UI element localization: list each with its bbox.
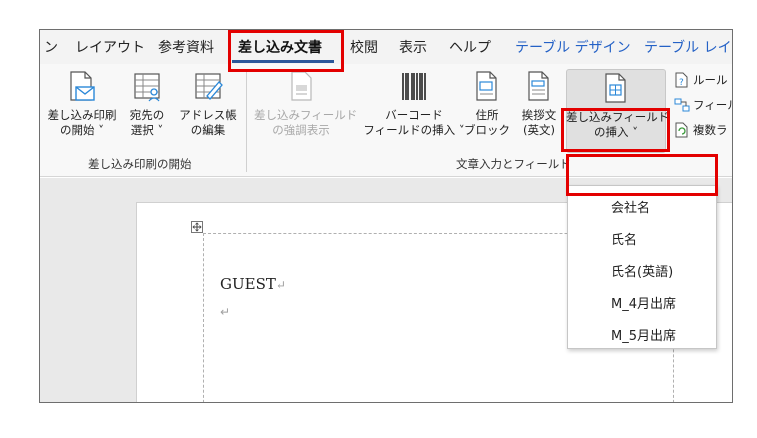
paragraph-mark-2: ↵ [220, 305, 231, 319]
group-label-start: 差し込み印刷の開始 [88, 157, 192, 171]
barcode-label-1: バーコード [385, 108, 443, 122]
select-recipients-icon [134, 73, 160, 102]
greeting-line-label-2: (英文) [523, 123, 555, 137]
match-fields-label: フィール [693, 98, 732, 112]
paragraph-mark: ↵ [275, 278, 286, 292]
dropdown-item-name-english[interactable]: 氏名(英語) [611, 261, 673, 280]
highlight-insert-field-button [561, 108, 670, 152]
barcode-label-2: フィールドの挿入 ˅ [363, 123, 465, 137]
group-label-write-insert: 文章入力とフィールド [456, 157, 571, 171]
select-recipients-label-2: 選択 ˅ [130, 123, 164, 137]
address-block-label-2: ブロック [464, 123, 510, 137]
dropdown-item-name[interactable]: 氏名 [611, 229, 637, 248]
tab-partial[interactable]: ン [44, 37, 58, 59]
start-mail-merge-label-2: の開始 ˅ [60, 123, 104, 137]
highlight-company-item [566, 154, 718, 196]
address-block-button[interactable]: 住所 ブロック [464, 70, 510, 138]
edit-list-label-1: アドレス帳 [179, 108, 237, 122]
rules-icon: ? [675, 72, 688, 88]
tab-help[interactable]: ヘルプ [449, 37, 491, 59]
empty-paragraph[interactable]: ↵ [220, 305, 230, 319]
group-separator [246, 70, 247, 172]
highlight-fields-label-1: 差し込みフィールド [254, 108, 358, 122]
address-block-icon [476, 71, 497, 101]
dropdown-item-m-may[interactable]: M_5月出席 [611, 325, 676, 344]
tab-view[interactable]: 表示 [399, 37, 427, 59]
document-text-guest[interactable]: GUEST↵ [220, 275, 286, 293]
start-mail-merge-label-1: 差し込み印刷 [47, 108, 117, 122]
start-mail-merge-icon [70, 71, 95, 101]
edit-recipient-list-button[interactable]: アドレス帳 の編集 [176, 70, 240, 138]
select-recipients-label-1: 宛先の [129, 108, 165, 122]
address-block-label-1: 住所 [475, 108, 499, 122]
highlight-fields-label-2: の強調表示 [272, 123, 330, 137]
highlight-fields-icon [291, 71, 312, 101]
select-recipients-button[interactable]: 宛先の 選択 ˅ [120, 70, 174, 138]
tab-references[interactable]: 参考資料 [158, 37, 214, 59]
tab-table-design[interactable]: テーブル デザイン [515, 37, 631, 59]
dropdown-item-m-april[interactable]: M_4月出席 [611, 293, 676, 312]
match-fields-icon [674, 98, 690, 112]
greeting-line-icon [528, 71, 549, 101]
edit-list-label-2: の編集 [190, 123, 226, 137]
update-labels-button[interactable]: 複数ラ [674, 122, 728, 138]
tab-layout[interactable]: レイアウト [75, 37, 145, 59]
update-labels-label: 複数ラ [693, 123, 728, 137]
match-fields-button[interactable]: フィール [674, 97, 732, 113]
table-move-handle-icon[interactable] [191, 221, 203, 233]
highlight-mailings-tab [228, 30, 344, 72]
ribbon-tab-bar: ン レイアウト 参考資料 差し込み文書 校閲 表示 ヘルプ テーブル デザイン … [40, 30, 732, 64]
insert-merge-field-dropdown: 会社名 氏名 氏名(英語) M_4月出席 M_5月出席 [567, 185, 717, 349]
tab-table-layout[interactable]: テーブル レイア [644, 37, 732, 59]
svg-text:?: ? [679, 78, 684, 88]
word-window: ン レイアウト 参考資料 差し込み文書 校閲 表示 ヘルプ テーブル デザイン … [39, 29, 733, 403]
start-mail-merge-button[interactable]: 差し込み印刷 の開始 ˅ [46, 70, 118, 138]
edit-list-icon [195, 73, 223, 100]
greeting-line-button[interactable]: 挨拶文 (英文) [514, 70, 564, 138]
highlight-merge-fields-button[interactable]: 差し込みフィールド の強調表示 [254, 70, 358, 138]
rules-label: ルール [693, 73, 728, 87]
greeting-line-label-1: 挨拶文 [521, 108, 557, 122]
rules-button[interactable]: ? ルール [674, 72, 728, 88]
table-left-gridline [203, 233, 204, 402]
barcode-icon [402, 73, 426, 100]
guest-text: GUEST [220, 275, 276, 293]
insert-merge-field-icon [605, 73, 626, 103]
update-labels-icon [675, 122, 688, 138]
tab-review[interactable]: 校閲 [350, 37, 378, 59]
insert-barcode-button[interactable]: バーコード フィールドの挿入 ˅ [362, 70, 466, 138]
dropdown-item-company[interactable]: 会社名 [611, 197, 650, 216]
